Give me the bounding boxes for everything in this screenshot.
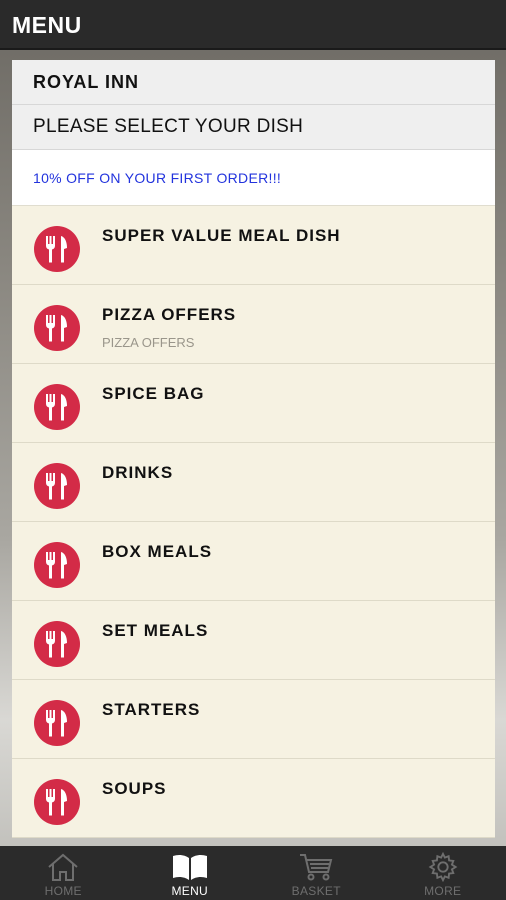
tab-label: BASKET [291, 884, 341, 898]
tab-basket[interactable]: BASKET [253, 846, 380, 900]
fork-knife-icon [34, 463, 80, 509]
category-label: DRINKS [102, 463, 174, 482]
top-app-bar: MENU [0, 0, 506, 50]
category-label: SUPER VALUE MEAL DISH [102, 226, 341, 245]
gear-icon [427, 851, 459, 887]
select-dish-label: PLEASE SELECT YOUR DISH [33, 116, 304, 137]
category-label: STARTERS [102, 700, 201, 719]
category-item[interactable]: SUPER VALUE MEAL DISH [12, 206, 495, 285]
book-icon [171, 852, 209, 887]
offer-text: 10% OFF ON YOUR FIRST ORDER!!! [33, 169, 282, 186]
category-label: PIZZA OFFERS [102, 305, 237, 324]
fork-knife-icon [34, 305, 80, 351]
category-subtitle: PIZZA OFFERS [102, 335, 195, 350]
page-title: MENU [12, 12, 82, 38]
tab-more[interactable]: MORE [380, 846, 506, 900]
category-list: SUPER VALUE MEAL DISH PIZZA OFFERS PIZZA O… [12, 206, 495, 838]
fork-knife-icon [34, 621, 80, 667]
restaurant-name: ROYAL INN [33, 71, 140, 92]
category-item[interactable]: SPICE BAG [12, 364, 495, 443]
tab-label: MORE [424, 884, 462, 898]
category-item[interactable]: SET MEALS [12, 601, 495, 680]
offer-banner[interactable]: 10% OFF ON YOUR FIRST ORDER!!! [12, 150, 495, 206]
tab-label: MENU [171, 884, 209, 898]
category-item[interactable]: PIZZA OFFERS PIZZA OFFERS [12, 285, 495, 364]
category-item[interactable]: SOUPS [12, 759, 495, 838]
fork-knife-icon [34, 542, 80, 588]
restaurant-header: ROYAL INN [12, 60, 495, 105]
tab-menu[interactable]: MENU [127, 846, 254, 900]
home-icon [46, 852, 80, 887]
fork-knife-icon [34, 700, 80, 746]
cart-icon [298, 852, 334, 887]
category-label: SOUPS [102, 779, 167, 798]
category-label: BOX MEALS [102, 542, 213, 561]
tab-label: HOME [44, 884, 82, 898]
fork-knife-icon [34, 779, 80, 825]
fork-knife-icon [34, 226, 80, 272]
fork-knife-icon [34, 384, 80, 430]
category-item[interactable]: DRINKS [12, 443, 495, 522]
category-item[interactable]: BOX MEALS [12, 522, 495, 601]
category-label: SET MEALS [102, 621, 209, 640]
tab-home[interactable]: HOME [0, 846, 127, 900]
select-dish-row: PLEASE SELECT YOUR DISH [12, 105, 495, 150]
category-label: SPICE BAG [102, 384, 205, 403]
bottom-tab-bar: HOME MENU BASKET MORE [0, 846, 506, 900]
category-item[interactable]: STARTERS [12, 680, 495, 759]
menu-panel: ROYAL INN PLEASE SELECT YOUR DISH 10% OF… [12, 60, 495, 845]
